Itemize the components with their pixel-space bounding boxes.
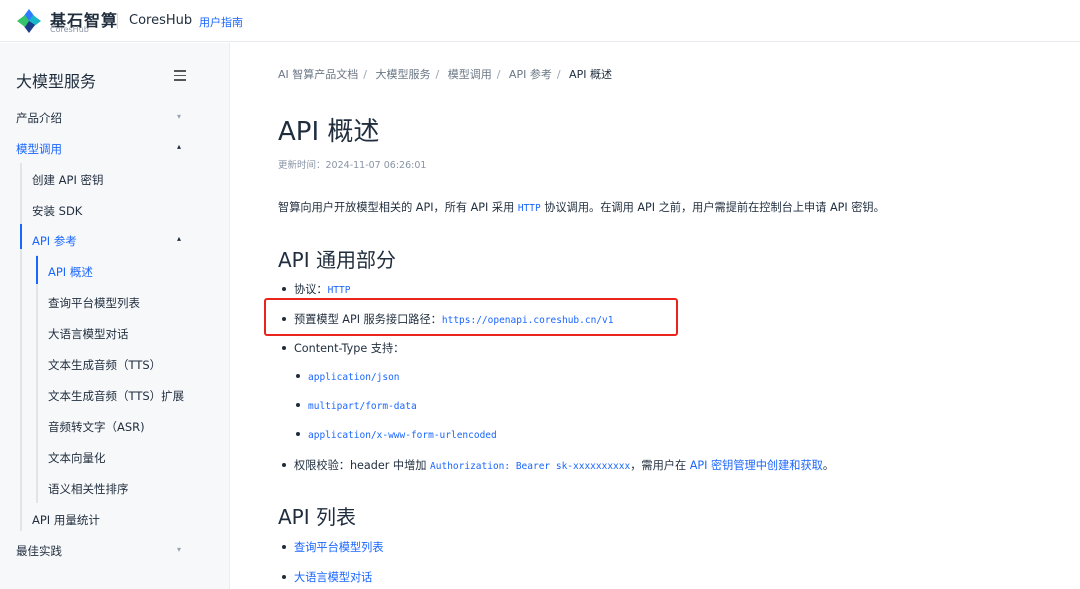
breadcrumb-item[interactable]: 模型调用	[448, 68, 492, 81]
list-item-content-type-option: application/x-www-form-urlencoded	[296, 428, 497, 441]
section-heading-api-list: API 列表	[278, 505, 356, 529]
bullet-icon	[282, 463, 286, 467]
highlight-box	[264, 298, 678, 336]
sidebar-item-product-intro[interactable]: 产品介绍	[16, 110, 62, 126]
sidebar-item-llm-chat[interactable]: 大语言模型对话	[48, 326, 129, 342]
sidebar-item-embedding[interactable]: 文本向量化	[48, 450, 106, 466]
sidebar-item-best-practice[interactable]: 最佳实践	[16, 543, 62, 559]
user-guide-link[interactable]: 用户指南	[199, 14, 243, 30]
tree-line	[36, 255, 38, 503]
bullet-icon	[282, 287, 286, 291]
sidebar-item-model-call[interactable]: 模型调用	[16, 141, 62, 157]
api-key-management-link[interactable]: API 密钥管理中创建和获取	[690, 459, 823, 472]
bullet-icon	[296, 374, 300, 378]
sidebar-title: 大模型服务	[16, 72, 97, 91]
model-list-link[interactable]: 查询平台模型列表	[294, 541, 384, 554]
breadcrumb-item[interactable]: 大模型服务	[375, 68, 430, 81]
active-indicator	[36, 256, 38, 284]
product-name[interactable]: CoresHub	[129, 13, 192, 28]
sidebar-item-api-reference[interactable]: API 参考	[32, 233, 77, 249]
list-item-protocol: 协议：HTTP	[282, 281, 350, 297]
bullet-icon	[296, 403, 300, 407]
hamburger-menu-icon[interactable]	[174, 70, 186, 81]
list-item-auth: 权限校验：header 中增加 Authorization: Bearer sk…	[282, 457, 834, 473]
sidebar: 大模型服务 产品介绍 ▾ 模型调用 ▴ 创建 API 密钥 安装 SDK API…	[0, 43, 230, 589]
section-heading-common: API 通用部分	[278, 248, 396, 272]
inline-code: HTTP	[327, 285, 351, 296]
inline-code: HTTP	[517, 203, 541, 214]
top-bar: 基石智算 CoresHub CoresHub 用户指南	[0, 0, 1080, 42]
active-indicator	[20, 224, 22, 249]
list-item-api-link: 大语言模型对话	[282, 569, 372, 585]
breadcrumb-item[interactable]: API 参考	[509, 68, 552, 81]
chevron-up-icon[interactable]: ▴	[177, 142, 181, 151]
sidebar-item-model-list[interactable]: 查询平台模型列表	[48, 295, 140, 311]
list-item-content-type: Content-Type 支持：	[282, 340, 404, 356]
sidebar-item-install-sdk[interactable]: 安装 SDK	[32, 203, 82, 219]
brand-subtitle: CoresHub	[50, 25, 89, 34]
sidebar-item-rerank[interactable]: 语义相关性排序	[48, 481, 129, 497]
updated-time: 更新时间：2024-11-07 06:26:01	[278, 160, 427, 171]
divider	[117, 13, 118, 29]
breadcrumb-current: API 概述	[569, 68, 612, 81]
breadcrumb: AI 智算产品文档 / 大模型服务 / 模型调用 / API 参考 / API 概述	[278, 68, 612, 81]
list-item-content-type-option: application/json	[296, 370, 400, 383]
sidebar-item-tts-extended[interactable]: 文本生成音频（TTS）扩展	[48, 388, 184, 404]
intro-paragraph: 智算向用户开放模型相关的 API，所有 API 采用 HTTP 协议调用。在调用…	[278, 201, 885, 214]
sidebar-item-asr[interactable]: 音频转文字（ASR)	[48, 419, 145, 435]
sidebar-item-tts[interactable]: 文本生成音频（TTS）	[48, 357, 161, 373]
list-item-content-type-option: multipart/form-data	[296, 399, 417, 412]
sidebar-item-api-usage[interactable]: API 用量统计	[32, 512, 100, 528]
list-item-api-link: 查询平台模型列表	[282, 539, 384, 555]
chevron-down-icon[interactable]: ▾	[177, 545, 181, 554]
bullet-icon	[296, 432, 300, 436]
sidebar-item-create-api-key[interactable]: 创建 API 密钥	[32, 172, 104, 188]
breadcrumb-item[interactable]: AI 智算产品文档	[278, 68, 358, 81]
chevron-up-icon[interactable]: ▴	[177, 234, 181, 243]
page-title: API 概述	[278, 117, 380, 147]
chevron-down-icon[interactable]: ▾	[177, 112, 181, 121]
inline-code: Authorization: Bearer sk-xxxxxxxxxx	[430, 461, 631, 472]
coreshub-logo-icon[interactable]	[16, 8, 42, 34]
sidebar-item-api-overview[interactable]: API 概述	[48, 264, 93, 280]
bullet-icon	[282, 346, 286, 350]
tree-line	[20, 163, 22, 531]
bullet-icon	[282, 545, 286, 549]
bullet-icon	[282, 575, 286, 579]
llm-chat-link[interactable]: 大语言模型对话	[294, 571, 372, 584]
